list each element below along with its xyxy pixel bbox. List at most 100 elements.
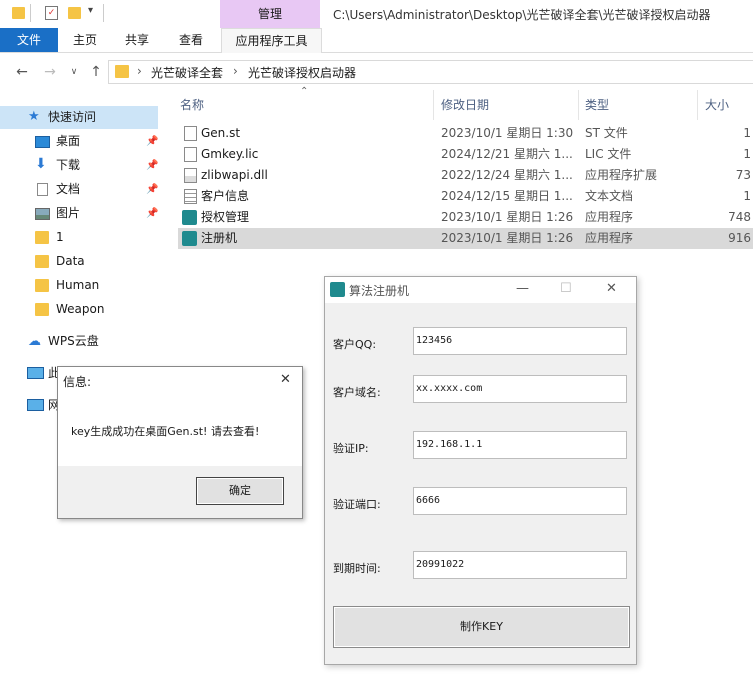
sort-up-icon: ⌃ — [300, 86, 309, 97]
sidebar-item-folder[interactable]: 1 — [0, 226, 158, 249]
port-label: 验证端口: — [333, 498, 381, 511]
file-row[interactable]: Gmkey.lic 2024/12/21 星期六 1... LIC 文件 1 — [178, 144, 753, 165]
pin-icon[interactable]: 📌 — [146, 130, 158, 153]
file-type: 文本文档 — [585, 189, 634, 203]
file-date: 2023/10/1 星期日 1:30 — [441, 126, 574, 140]
navigation-bar: ← → ∨ ↑ › 光芒破译全套 › 光芒破译授权启动器 — [0, 58, 753, 86]
dll-file-icon — [184, 168, 197, 183]
file-row[interactable]: zlibwapi.dll 2022/12/24 星期六 1... 应用程序扩展 … — [178, 165, 753, 186]
document-icon — [37, 183, 48, 196]
tab-application-tools[interactable]: 应用程序工具 — [221, 28, 322, 53]
minimize-icon[interactable]: — — [516, 281, 529, 296]
file-type: 应用程序 — [585, 231, 634, 245]
quick-access-dropdown-icon[interactable]: ▾ — [88, 5, 93, 16]
back-arrow-icon[interactable]: ← — [12, 62, 32, 82]
cloud-icon: ☁ — [28, 334, 41, 349]
file-size: 748 — [728, 210, 751, 224]
ip-field[interactable]: 192.168.1.1 — [413, 431, 627, 459]
forward-arrow-icon[interactable]: → — [40, 62, 60, 82]
tab-view[interactable]: 查看 — [168, 28, 214, 52]
close-icon[interactable]: ✕ — [606, 281, 617, 296]
qq-field[interactable]: 123456 — [413, 327, 627, 355]
breadcrumb-item[interactable]: 光芒破译全套 — [151, 64, 223, 81]
sidebar-item-folder[interactable]: Data — [0, 250, 158, 273]
sidebar-item-wps-cloud[interactable]: ☁ WPS云盘 — [0, 330, 158, 353]
column-header-name[interactable]: 名称 — [180, 96, 204, 113]
sidebar-item-label: Human — [56, 278, 100, 292]
tab-home[interactable]: 主页 — [62, 28, 108, 52]
column-header-size[interactable]: 大小 — [705, 96, 729, 113]
folder-icon — [35, 255, 49, 268]
file-date: 2024/12/15 星期日 1... — [441, 189, 573, 203]
column-divider[interactable] — [433, 90, 434, 120]
sidebar-item-label: 1 — [56, 230, 64, 244]
dialog-title-bar: 信息: ✕ — [58, 367, 302, 395]
file-size: 1 — [743, 147, 751, 161]
dialog-title: 信息: — [63, 375, 92, 389]
chevron-right-icon[interactable]: › — [137, 64, 142, 78]
dialog-body: key生成成功在桌面Gen.st! 请去查看! — [58, 395, 302, 466]
domain-field[interactable]: xx.xxxx.com — [413, 375, 627, 403]
breadcrumb-item[interactable]: 光芒破译授权启动器 — [248, 64, 356, 81]
pin-icon[interactable]: 📌 — [146, 202, 158, 225]
file-size: 73 — [735, 168, 751, 182]
file-date: 2024/12/21 星期六 1... — [441, 147, 573, 161]
sidebar-item-folder[interactable]: Human — [0, 274, 158, 297]
expiry-field[interactable]: 20991022 — [413, 551, 627, 579]
recent-dropdown-icon[interactable]: ∨ — [64, 62, 84, 82]
properties-icon[interactable]: ✓ — [45, 6, 58, 20]
file-type: ST 文件 — [585, 126, 628, 140]
file-size: 916 — [728, 231, 751, 245]
column-header-type[interactable]: 类型 — [585, 96, 609, 113]
ok-button[interactable]: 确定 — [196, 477, 284, 505]
sidebar-item-desktop[interactable]: 桌面 📌 — [0, 130, 158, 153]
column-divider[interactable] — [697, 90, 698, 120]
sidebar-item-downloads[interactable]: ⬇ 下载 📌 — [0, 154, 158, 177]
address-bar[interactable]: › 光芒破译全套 › 光芒破译授权启动器 — [108, 60, 753, 84]
sidebar-item-label: 下载 — [56, 158, 81, 172]
pin-icon[interactable]: 📌 — [146, 154, 158, 177]
make-key-button[interactable]: 制作KEY — [333, 606, 630, 648]
tab-file[interactable]: 文件 — [0, 28, 58, 52]
tab-share[interactable]: 共享 — [114, 28, 160, 52]
sidebar-item-quick-access[interactable]: ★ 快速访问 — [0, 106, 158, 129]
file-name: Gen.st — [201, 126, 241, 140]
file-name: 授权管理 — [201, 210, 250, 224]
app-icon — [182, 231, 197, 246]
ip-label: 验证IP: — [333, 442, 369, 455]
file-row[interactable]: 客户信息 2024/12/15 星期日 1... 文本文档 1 — [178, 186, 753, 207]
up-arrow-icon[interactable]: ↑ — [86, 62, 106, 82]
sidebar-item-label: 图片 — [56, 206, 81, 220]
qq-label: 客户QQ: — [333, 338, 377, 351]
port-field[interactable]: 6666 — [413, 487, 627, 515]
file-row[interactable]: Gen.st 2023/10/1 星期日 1:30 ST 文件 1 — [178, 123, 753, 144]
window-title: C:\Users\Administrator\Desktop\光芒破译全套\光芒… — [333, 8, 711, 22]
network-icon — [27, 399, 44, 411]
sidebar-item-label: WPS云盘 — [48, 334, 99, 348]
chevron-right-icon[interactable]: › — [233, 64, 238, 78]
sidebar-item-pictures[interactable]: 图片 📌 — [0, 202, 158, 225]
manage-tab[interactable]: 管理 — [220, 0, 320, 28]
text-file-icon — [184, 189, 197, 204]
column-divider[interactable] — [578, 90, 579, 120]
file-size: 1 — [743, 189, 751, 203]
file-date: 2022/12/24 星期六 1... — [441, 168, 573, 182]
computer-icon — [27, 367, 44, 379]
folder-icon — [35, 279, 49, 292]
sidebar-item-label: 桌面 — [56, 134, 81, 148]
divider — [30, 4, 31, 22]
app-icon — [330, 282, 345, 297]
folder-icon[interactable] — [12, 7, 25, 19]
close-icon[interactable]: ✕ — [280, 372, 291, 387]
sidebar-item-folder[interactable]: Weapon — [0, 298, 158, 321]
app-icon — [182, 210, 197, 225]
ribbon-tabs: 文件 主页 共享 查看 应用程序工具 — [0, 28, 753, 53]
file-row-selected[interactable]: 注册机 2023/10/1 星期日 1:26 应用程序 916 — [178, 228, 753, 249]
new-folder-icon[interactable] — [68, 7, 81, 19]
file-size: 1 — [743, 126, 751, 140]
sidebar-item-documents[interactable]: 文档 📌 — [0, 178, 158, 201]
pin-icon[interactable]: 📌 — [146, 178, 158, 201]
file-row[interactable]: 授权管理 2023/10/1 星期日 1:26 应用程序 748 — [178, 207, 753, 228]
sidebar-item-label: Weapon — [56, 302, 105, 316]
column-header-date[interactable]: 修改日期 — [441, 96, 489, 113]
